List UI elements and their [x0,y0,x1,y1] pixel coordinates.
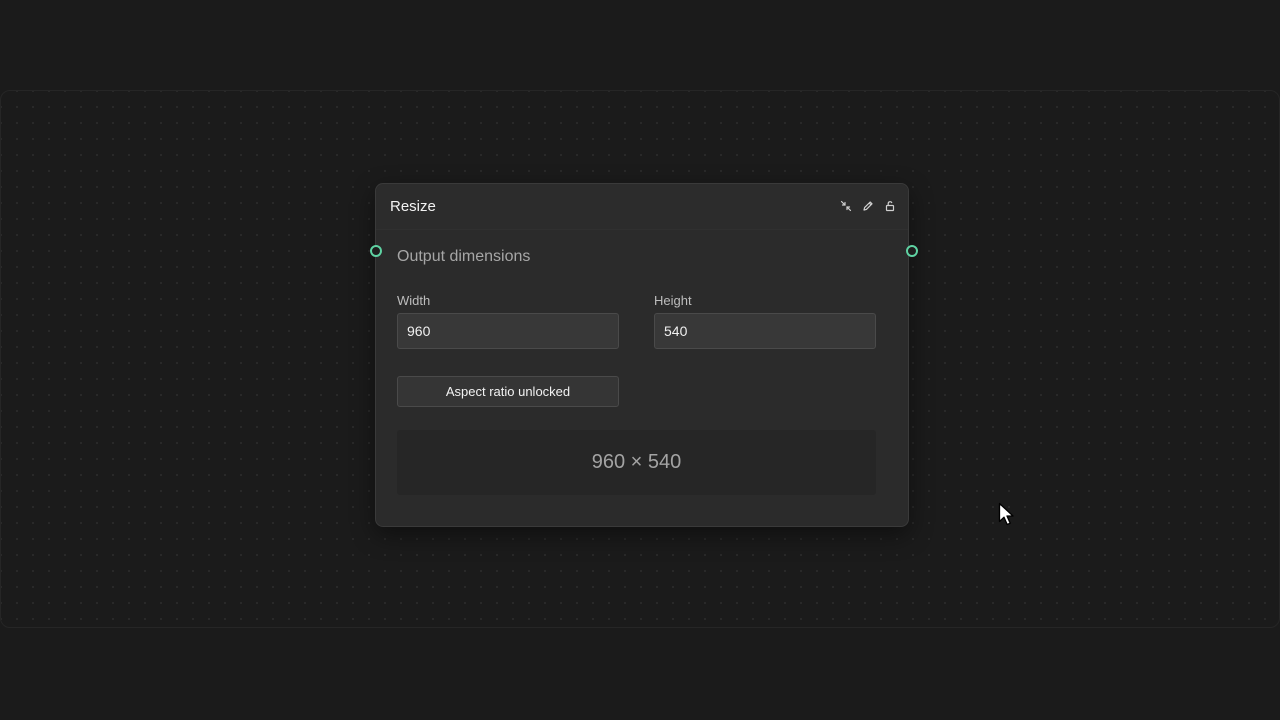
mouse-cursor-icon [998,502,1014,526]
width-label: Width [397,293,431,308]
resize-node[interactable]: Resize Output dimensions Width Height [375,183,909,527]
unlock-icon[interactable] [882,198,898,214]
section-title: Output dimensions [397,248,531,265]
pencil-icon[interactable] [860,198,876,214]
aspect-ratio-toggle-button[interactable]: Aspect ratio unlocked [397,376,619,407]
height-input[interactable] [654,313,876,349]
node-header[interactable]: Resize [376,184,908,230]
output-port[interactable] [906,245,918,257]
input-port[interactable] [370,245,382,257]
dimensions-preview-text: 960 × 540 [591,451,682,473]
collapse-icon[interactable] [838,198,854,214]
node-title: Resize [390,198,436,215]
dimensions-preview: 960 × 540 [397,430,876,495]
height-label: Height [654,293,692,308]
width-input[interactable] [397,313,619,349]
